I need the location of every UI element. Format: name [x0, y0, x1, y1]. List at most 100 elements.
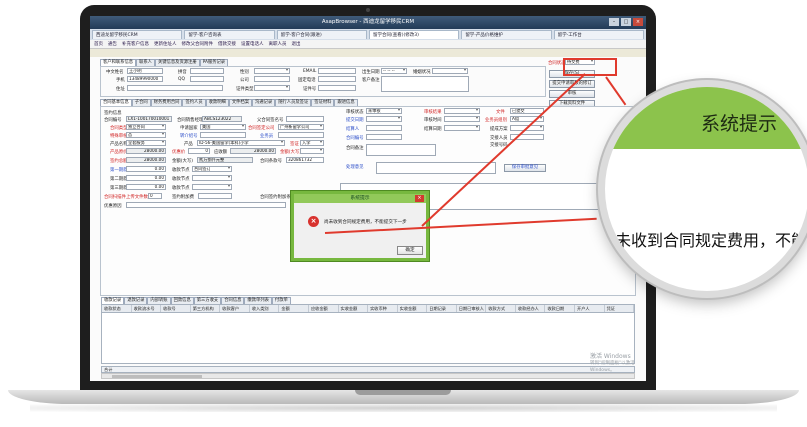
dialog-close-button[interactable]: ×: [415, 195, 424, 202]
email-field[interactable]: [318, 68, 356, 74]
close-window-button[interactable]: ×: [633, 18, 643, 26]
pay-node-3-select[interactable]: [192, 184, 232, 190]
tab-refund-records[interactable]: 退款记录: [124, 297, 148, 304]
product-name-select[interactable]: 全套服务: [126, 140, 166, 146]
menu-item[interactable]: 设置电话人: [241, 40, 264, 48]
settle-person-field[interactable]: [366, 125, 402, 131]
tab-payment-orders[interactable]: 付款单: [271, 297, 291, 304]
received-payment-select[interactable]: [300, 148, 324, 154]
menu-item[interactable]: 更新住址人: [154, 40, 177, 48]
menu-item[interactable]: 通告: [108, 40, 117, 48]
tab-key-info[interactable]: 关键信息及资源注册: [154, 59, 200, 66]
tab-payment-slips[interactable]: 缴款单列表: [244, 297, 272, 304]
audit-result-select[interactable]: [444, 108, 480, 114]
column-header[interactable]: 实收金额: [398, 305, 428, 312]
company-field[interactable]: [254, 76, 290, 82]
mobile-field[interactable]: 13489990000: [127, 76, 163, 82]
sales-name-field[interactable]: [278, 132, 324, 138]
column-header[interactable]: 日期记录: [427, 305, 457, 312]
browser-tab[interactable]: 留学-工作台: [553, 30, 644, 39]
tab-documents[interactable]: 文件档案: [228, 99, 253, 106]
tab-pa-records[interactable]: PA服务记录: [199, 59, 229, 66]
menu-item[interactable]: 借款交接: [218, 40, 236, 48]
phone-field[interactable]: [318, 76, 356, 82]
column-header[interactable]: 收入类别: [250, 305, 280, 312]
column-header[interactable]: 应收金额: [309, 305, 339, 312]
status-select[interactable]: 未审核: [366, 108, 402, 114]
customer-remark-field[interactable]: [381, 76, 469, 92]
contract-kind-select[interactable]: 独立合同: [126, 124, 166, 130]
discount-field[interactable]: 0: [188, 148, 210, 154]
browser-tab[interactable]: 西迪龙留学移民CRM: [92, 30, 183, 39]
second-payment-field[interactable]: 0.00: [126, 175, 166, 181]
first-payment-field[interactable]: 0.00: [126, 166, 166, 172]
browser-tab[interactable]: 留学-产品价格维护: [461, 30, 552, 39]
pinyin-field[interactable]: [190, 68, 224, 74]
column-header[interactable]: 第三方机构: [191, 305, 221, 312]
column-header[interactable]: 日期已审核人: [457, 305, 487, 312]
minimize-button[interactable]: –: [609, 18, 619, 26]
save-review-button[interactable]: 保存审批意见: [504, 164, 546, 172]
tab-payback-info[interactable]: 回款信息: [170, 297, 194, 304]
column-header[interactable]: 凭证: [605, 305, 635, 312]
column-header[interactable]: 实收币种: [368, 305, 398, 312]
column-header[interactable]: 收款状态: [102, 305, 132, 312]
column-header[interactable]: 金额: [279, 305, 309, 312]
tab-receipts[interactable]: 收款明细: [205, 99, 229, 106]
tab-companions-visa[interactable]: 随行人员及签证: [275, 99, 312, 106]
visa-select[interactable]: 入学: [300, 140, 324, 146]
column-header[interactable]: 开户人: [575, 305, 605, 312]
product-select[interactable]: ID-56-美国留学(本科)小学: [197, 140, 285, 146]
column-header[interactable]: 收款方式: [486, 305, 516, 312]
third-payment-field[interactable]: 0.00: [126, 184, 166, 190]
cert-no-field[interactable]: [318, 85, 356, 91]
marital-select[interactable]: [432, 68, 468, 74]
browser-tab-active[interactable]: 留学合同(查看)(修改3): [368, 30, 460, 39]
tab-contacts[interactable]: 联系人: [136, 59, 155, 66]
address-field[interactable]: [127, 85, 223, 91]
column-header[interactable]: 收款流水号: [132, 305, 162, 312]
referral-field[interactable]: [200, 132, 246, 138]
discount-reason-field[interactable]: [126, 202, 286, 208]
horizontal-scrollbar[interactable]: [101, 373, 635, 379]
column-header[interactable]: 收款客户: [220, 305, 250, 312]
tab-receipt-records[interactable]: 收款记录: [101, 297, 125, 304]
tab-customer-info[interactable]: 客户和联系信息: [100, 59, 137, 66]
tab-third-party[interactable]: 第三方收支: [193, 297, 222, 304]
contract-remark-field[interactable]: [366, 144, 436, 156]
tab-sub-contract[interactable]: 子合同: [131, 99, 151, 106]
column-header[interactable]: 收款号: [161, 305, 191, 312]
tab-followup[interactable]: 跟进信息: [334, 99, 358, 106]
menu-item[interactable]: 补充客户信息: [122, 40, 149, 48]
special-review-select[interactable]: 否: [126, 132, 166, 138]
clause-no-field[interactable]: 320861732: [286, 157, 324, 163]
tab-visa-materials[interactable]: 签证材料: [311, 99, 335, 106]
column-header[interactable]: 实收金额: [339, 305, 369, 312]
name-field[interactable]: 王小明: [127, 68, 163, 74]
tab-signers[interactable]: 签约人员: [182, 99, 206, 106]
tab-communication[interactable]: 沟通记录: [252, 99, 276, 106]
maximize-button[interactable]: □: [621, 18, 631, 26]
submit-date-field[interactable]: [366, 116, 402, 122]
upload-count-field[interactable]: 0: [148, 193, 162, 199]
parent-contract-field[interactable]: [286, 116, 324, 122]
review-button[interactable]: 审核: [549, 90, 595, 98]
audit-time-field[interactable]: [444, 116, 480, 122]
ok-button[interactable]: 确定: [397, 246, 423, 255]
menu-item[interactable]: 修改父合同附件: [182, 40, 214, 48]
qq-field[interactable]: [190, 76, 224, 82]
birth-field[interactable]: -- -- --: [381, 68, 407, 74]
menu-item[interactable]: 退出: [292, 40, 301, 48]
browser-tab[interactable]: 留学-客户合同(跟进): [276, 30, 367, 39]
cert-type-select[interactable]: [254, 85, 290, 91]
pay-node-2-select[interactable]: [192, 175, 232, 181]
signing-company-select[interactable]: 广州新留学公司: [278, 124, 324, 130]
settle-date-field[interactable]: [444, 125, 480, 131]
tab-contract-info[interactable]: 合同信息: [221, 297, 245, 304]
tab-internal-transfer[interactable]: 内部转账: [147, 297, 171, 304]
contract-no-2-field[interactable]: [366, 134, 402, 140]
column-header[interactable]: 收款经办人: [516, 305, 546, 312]
attach-fee-field[interactable]: [198, 193, 232, 199]
tab-finance-contract[interactable]: 财务费用合同: [150, 99, 183, 106]
country-select[interactable]: 美国: [200, 124, 246, 130]
